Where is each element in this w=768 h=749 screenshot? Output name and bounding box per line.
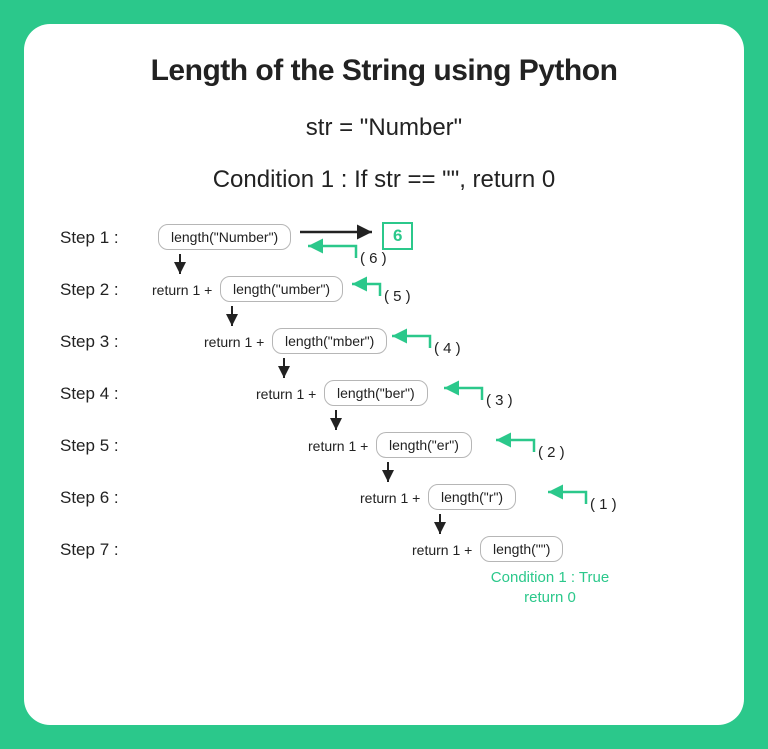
call-box: length("r") [428,484,516,510]
step-label: Step 6 : [60,488,119,508]
call-box: length("") [480,536,563,562]
return-value: ( 6 ) [360,250,387,267]
return-prefix: return 1 + [256,386,316,402]
step-label: Step 7 : [60,540,119,560]
diagram-title: Length of the String using Python [60,54,708,88]
diagram-condition: Condition 1 : If str == "", return 0 [60,166,708,194]
final-condition-text: Condition 1 : True return 0 [480,568,620,607]
result-box: 6 [382,222,413,250]
diagram-card: Length of the String using Python str = … [24,24,744,725]
return-prefix: return 1 + [204,334,264,350]
return-prefix: return 1 + [308,438,368,454]
return-value: ( 3 ) [486,392,513,409]
return-value: ( 5 ) [384,288,411,305]
call-box: length("ber") [324,380,428,406]
step-label: Step 1 : [60,228,119,248]
step-label: Step 2 : [60,280,119,300]
call-box: length("umber") [220,276,343,302]
diagram-subtitle: str = "Number" [60,114,708,142]
return-prefix: return 1 + [152,282,212,298]
call-box: length("Number") [158,224,291,250]
step-label: Step 3 : [60,332,119,352]
return-prefix: return 1 + [360,490,420,506]
step-label: Step 4 : [60,384,119,404]
return-prefix: return 1 + [412,542,472,558]
call-box: length("er") [376,432,472,458]
step-label: Step 5 : [60,436,119,456]
return-value: ( 4 ) [434,340,461,357]
return-value: ( 1 ) [590,496,617,513]
call-box: length("mber") [272,328,387,354]
steps-area: Step 1 : Step 2 : Step 3 : Step 4 : Step… [60,222,708,652]
return-value: ( 2 ) [538,444,565,461]
